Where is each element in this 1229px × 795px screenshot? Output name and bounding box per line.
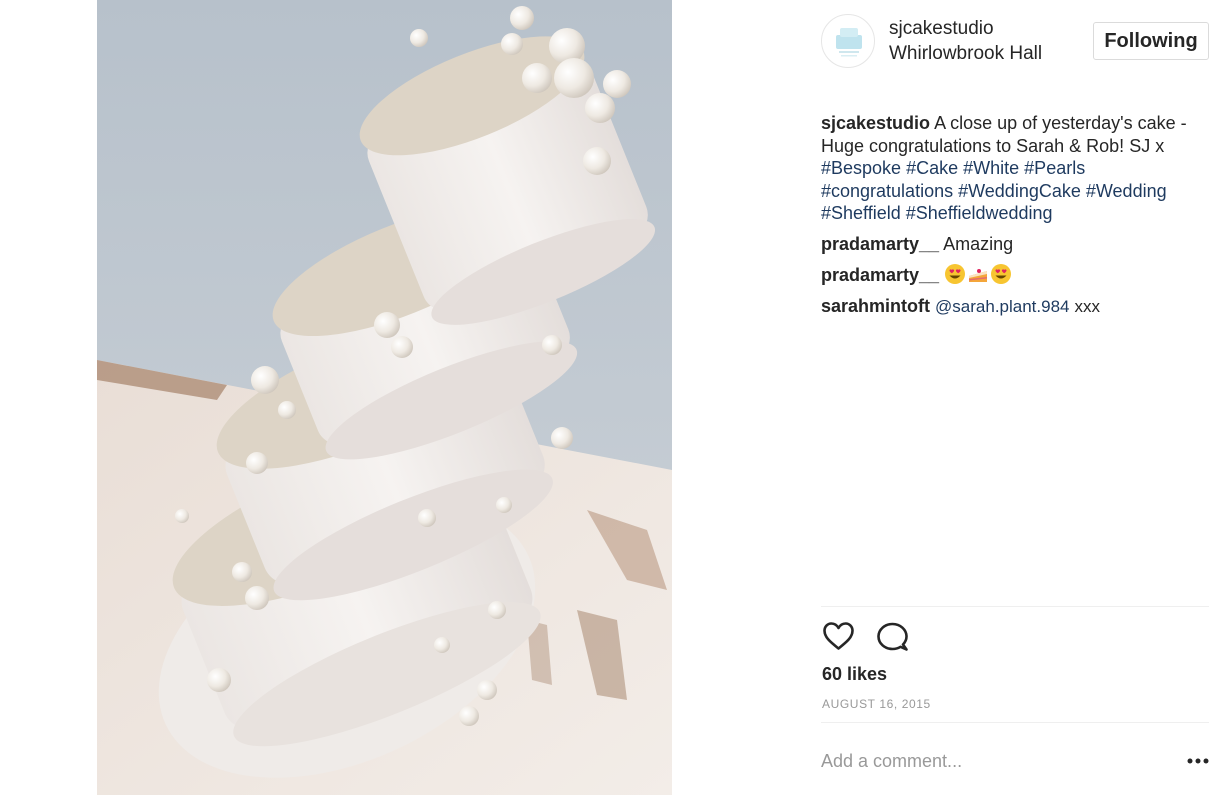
more-options-icon <box>1187 758 1209 764</box>
comment-text: xxx <box>1074 296 1101 316</box>
mention-link[interactable]: @sarah.plant.984 <box>935 297 1069 316</box>
post-header: sjcakestudio Whirlowbrook Hall Following <box>821 14 1209 68</box>
comment: pradamarty__ <box>821 263 1209 287</box>
cake-studio-logo-icon <box>836 28 862 57</box>
hashtag-link[interactable]: #Bespoke <box>821 158 901 178</box>
caption: sjcakestudio A close up of yesterday's c… <box>821 112 1209 225</box>
post-date[interactable]: AUGUST 16, 2015 <box>822 697 931 711</box>
heart-eyes-emoji-icon <box>991 264 1012 284</box>
comment-button[interactable] <box>876 621 909 657</box>
comment-bubble-icon <box>877 622 908 651</box>
post-username[interactable]: sjcakestudio <box>889 18 994 40</box>
divider <box>821 722 1209 723</box>
heart-icon <box>823 622 854 650</box>
hashtag-link[interactable]: #congratulations <box>821 181 953 201</box>
hashtag-link[interactable]: #White <box>963 158 1019 178</box>
post-photo[interactable] <box>97 0 672 795</box>
cake-photo <box>97 0 672 795</box>
cake-slice-emoji-icon <box>969 269 988 282</box>
post-location[interactable]: Whirlowbrook Hall <box>889 43 1042 65</box>
comment-text: Amazing <box>943 233 1014 254</box>
comment-username[interactable]: pradamarty__ <box>821 265 939 285</box>
heart-eyes-emoji-icon <box>945 264 966 284</box>
hashtag-link[interactable]: #Wedding <box>1086 181 1167 201</box>
like-button[interactable] <box>822 621 855 656</box>
comment-username[interactable]: sjcakestudio <box>821 113 930 133</box>
hashtag-link[interactable]: #Sheffieldwedding <box>906 203 1053 223</box>
likes-count[interactable]: 60 likes <box>822 664 887 685</box>
avatar[interactable] <box>821 14 875 68</box>
comment: sarahmintoft @sarah.plant.984 xxx <box>821 295 1209 319</box>
comments-list: sjcakestudio A close up of yesterday's c… <box>821 112 1209 318</box>
hashtag-link[interactable]: #WeddingCake <box>958 181 1081 201</box>
more-options-button[interactable] <box>1187 752 1209 770</box>
add-comment-input[interactable] <box>821 748 1161 774</box>
following-button[interactable]: Following <box>1093 22 1209 60</box>
comment-username[interactable]: pradamarty__ <box>821 234 939 254</box>
hashtag-link[interactable]: #Sheffield <box>821 203 901 223</box>
hashtag-link[interactable]: #Pearls <box>1024 158 1085 178</box>
divider <box>821 606 1209 607</box>
comment-username[interactable]: sarahmintoft <box>821 296 930 316</box>
hashtag-link[interactable]: #Cake <box>906 158 958 178</box>
comment: pradamarty__ Amazing <box>821 233 1209 256</box>
